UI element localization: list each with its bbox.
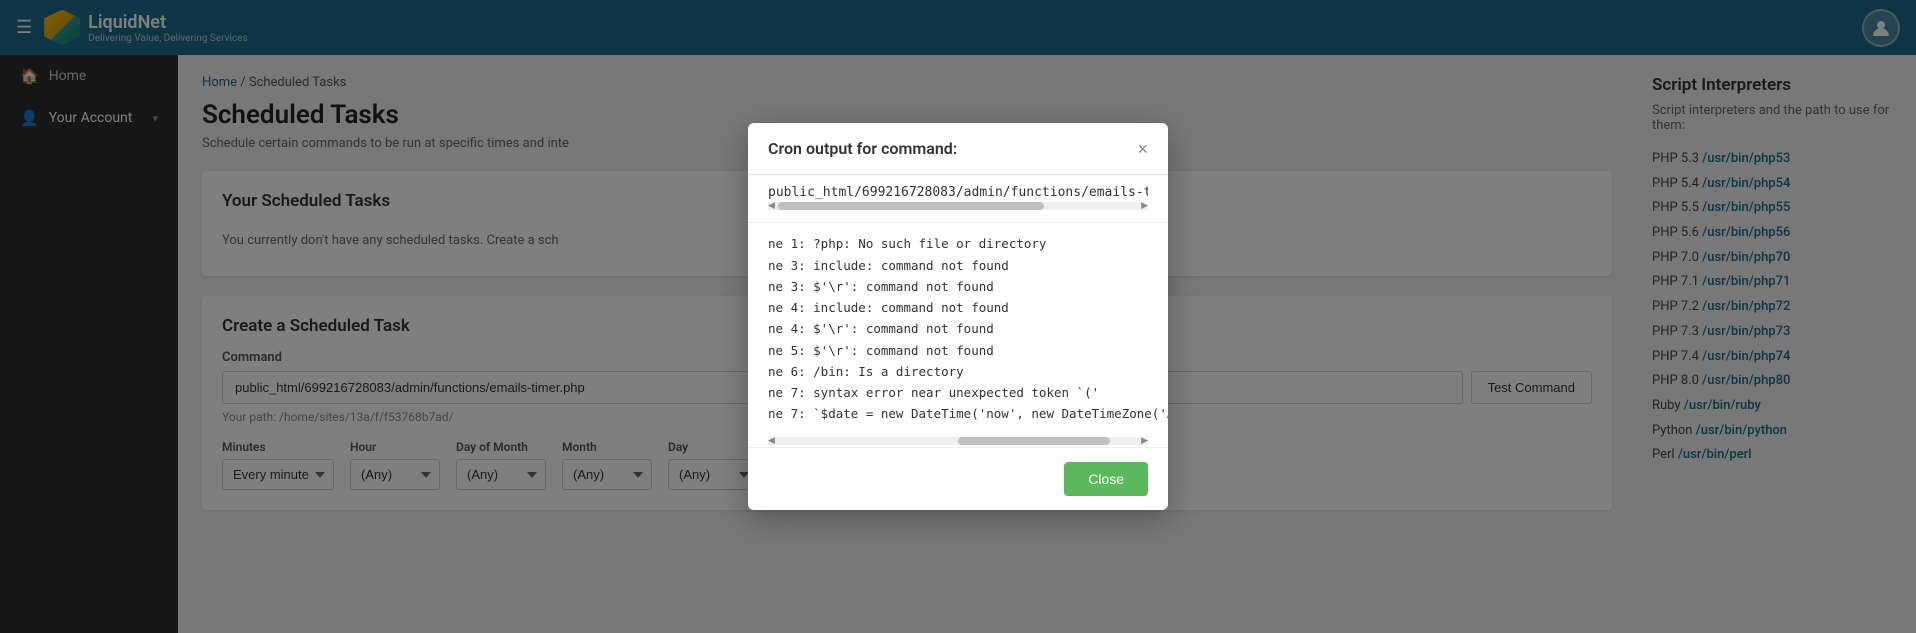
modal-title: Cron output for command: [768, 139, 957, 158]
close-modal-button[interactable]: Close [1064, 462, 1148, 496]
cron-output-modal: Cron output for command: × public_html/6… [748, 123, 1168, 509]
scroll-left-arrow[interactable]: ◀ [768, 201, 775, 211]
modal-horizontal-scrollbar[interactable]: ◀ ▶ [768, 202, 1148, 210]
modal-body: ne 1: ?php: No such file or directory ne… [748, 223, 1168, 434]
modal-command-bar: public_html/699216728083/admin/functions… [748, 175, 1168, 223]
modal-command-path: public_html/699216728083/admin/functions… [768, 185, 1148, 200]
modal-overlay[interactable]: Cron output for command: × public_html/6… [0, 0, 1916, 633]
bottom-scrollbar-thumb [958, 437, 1110, 445]
cron-output: ne 1: ?php: No such file or directory ne… [768, 233, 1148, 424]
modal-close-button[interactable]: × [1137, 140, 1148, 158]
modal-bottom-scrollbar[interactable]: ◀ ▶ [768, 437, 1148, 445]
scroll-bottom-right-arrow[interactable]: ▶ [1141, 436, 1148, 446]
scrollbar-thumb [778, 202, 1044, 210]
scroll-bottom-left-arrow[interactable]: ◀ [768, 436, 775, 446]
modal-footer: Close [748, 447, 1168, 510]
scroll-right-arrow[interactable]: ▶ [1141, 201, 1148, 211]
modal-header: Cron output for command: × [748, 123, 1168, 175]
